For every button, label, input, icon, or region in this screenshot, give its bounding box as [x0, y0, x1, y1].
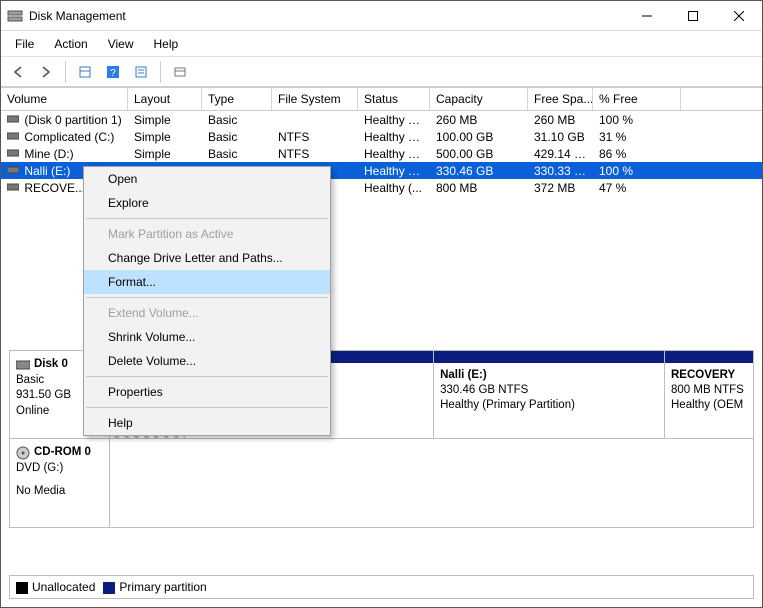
partition-recovery-status: Healthy (OEM — [671, 399, 743, 411]
svg-text:?: ? — [110, 68, 116, 79]
drive-icon — [7, 165, 21, 175]
refresh-button[interactable] — [72, 60, 98, 84]
minimize-button[interactable] — [624, 1, 670, 31]
col-status[interactable]: Status — [358, 88, 430, 110]
partition-recovery-size: 800 MB NTFS — [671, 384, 744, 396]
disk0-title: Disk 0 — [34, 357, 68, 373]
cdrom-label: CD-ROM 0 DVD (G:) No Media — [10, 439, 110, 527]
cdrom-sub: DVD (G:) — [16, 461, 103, 477]
legend-primary: Primary partition — [119, 580, 206, 594]
cm-shrink-volume[interactable]: Shrink Volume... — [84, 325, 330, 349]
col-filesystem[interactable]: File System — [272, 88, 358, 110]
list-button[interactable] — [167, 60, 193, 84]
cdrom-state: No Media — [16, 484, 103, 500]
cm-change-drive-letter[interactable]: Change Drive Letter and Paths... — [84, 246, 330, 270]
partition-nalli[interactable]: Nalli (E:) 330.46 GB NTFS Healthy (Prima… — [434, 351, 665, 438]
menu-file[interactable]: File — [7, 34, 42, 54]
col-layout[interactable]: Layout — [128, 88, 202, 110]
disk-icon — [16, 359, 30, 371]
toolbar: ? — [1, 57, 762, 87]
legend: Unallocated Primary partition — [9, 575, 754, 599]
swatch-primary — [103, 582, 115, 594]
col-volume[interactable]: Volume — [1, 88, 128, 110]
cm-properties[interactable]: Properties — [84, 380, 330, 404]
cdrom-empty — [110, 439, 753, 527]
table-row[interactable]: Complicated (C:)SimpleBasicNTFSHealthy (… — [1, 128, 762, 145]
col-type[interactable]: Type — [202, 88, 272, 110]
cm-extend-volume: Extend Volume... — [84, 301, 330, 325]
menu-view[interactable]: View — [100, 34, 142, 54]
table-row[interactable]: Mine (D:)SimpleBasicNTFSHealthy (P...500… — [1, 145, 762, 162]
menu-help[interactable]: Help — [146, 34, 187, 54]
legend-unallocated: Unallocated — [32, 580, 95, 594]
cdrom-title: CD-ROM 0 — [34, 445, 91, 461]
partition-nalli-status: Healthy (Primary Partition) — [440, 399, 575, 411]
col-free[interactable]: Free Spa... — [528, 88, 593, 110]
close-button[interactable] — [716, 1, 762, 31]
menubar: File Action View Help — [1, 31, 762, 57]
partition-nalli-size: 330.46 GB NTFS — [440, 384, 528, 396]
cm-help[interactable]: Help — [84, 411, 330, 435]
col-capacity[interactable]: Capacity — [430, 88, 528, 110]
cdrom-row: CD-ROM 0 DVD (G:) No Media — [10, 439, 753, 527]
partition-recovery-title: RECOVERY — [671, 369, 735, 381]
partition-nalli-title: Nalli (E:) — [440, 369, 487, 381]
drive-icon — [7, 148, 21, 158]
drive-icon — [7, 182, 21, 192]
column-headers: Volume Layout Type File System Status Ca… — [1, 87, 762, 111]
maximize-button[interactable] — [670, 1, 716, 31]
back-button[interactable] — [5, 60, 31, 84]
swatch-unallocated — [16, 582, 28, 594]
cm-explore[interactable]: Explore — [84, 191, 330, 215]
app-icon — [7, 8, 23, 24]
menu-action[interactable]: Action — [46, 34, 95, 54]
context-menu: Open Explore Mark Partition as Active Ch… — [83, 166, 331, 436]
col-pctfree[interactable]: % Free — [593, 88, 681, 110]
cm-mark-active: Mark Partition as Active — [84, 222, 330, 246]
cm-delete-volume[interactable]: Delete Volume... — [84, 349, 330, 373]
help-icon-button[interactable]: ? — [100, 60, 126, 84]
forward-button[interactable] — [33, 60, 59, 84]
cm-open[interactable]: Open — [84, 167, 330, 191]
cm-format[interactable]: Format... — [84, 270, 330, 294]
window-title: Disk Management — [29, 9, 624, 23]
titlebar: Disk Management — [1, 1, 762, 31]
table-row[interactable]: (Disk 0 partition 1)SimpleBasicHealthy (… — [1, 111, 762, 128]
drive-icon — [7, 114, 21, 124]
drive-icon — [7, 131, 21, 141]
partition-recovery[interactable]: RECOVERY 800 MB NTFS Healthy (OEM — [665, 351, 753, 438]
cdrom-icon — [16, 446, 30, 460]
properties-button[interactable] — [128, 60, 154, 84]
